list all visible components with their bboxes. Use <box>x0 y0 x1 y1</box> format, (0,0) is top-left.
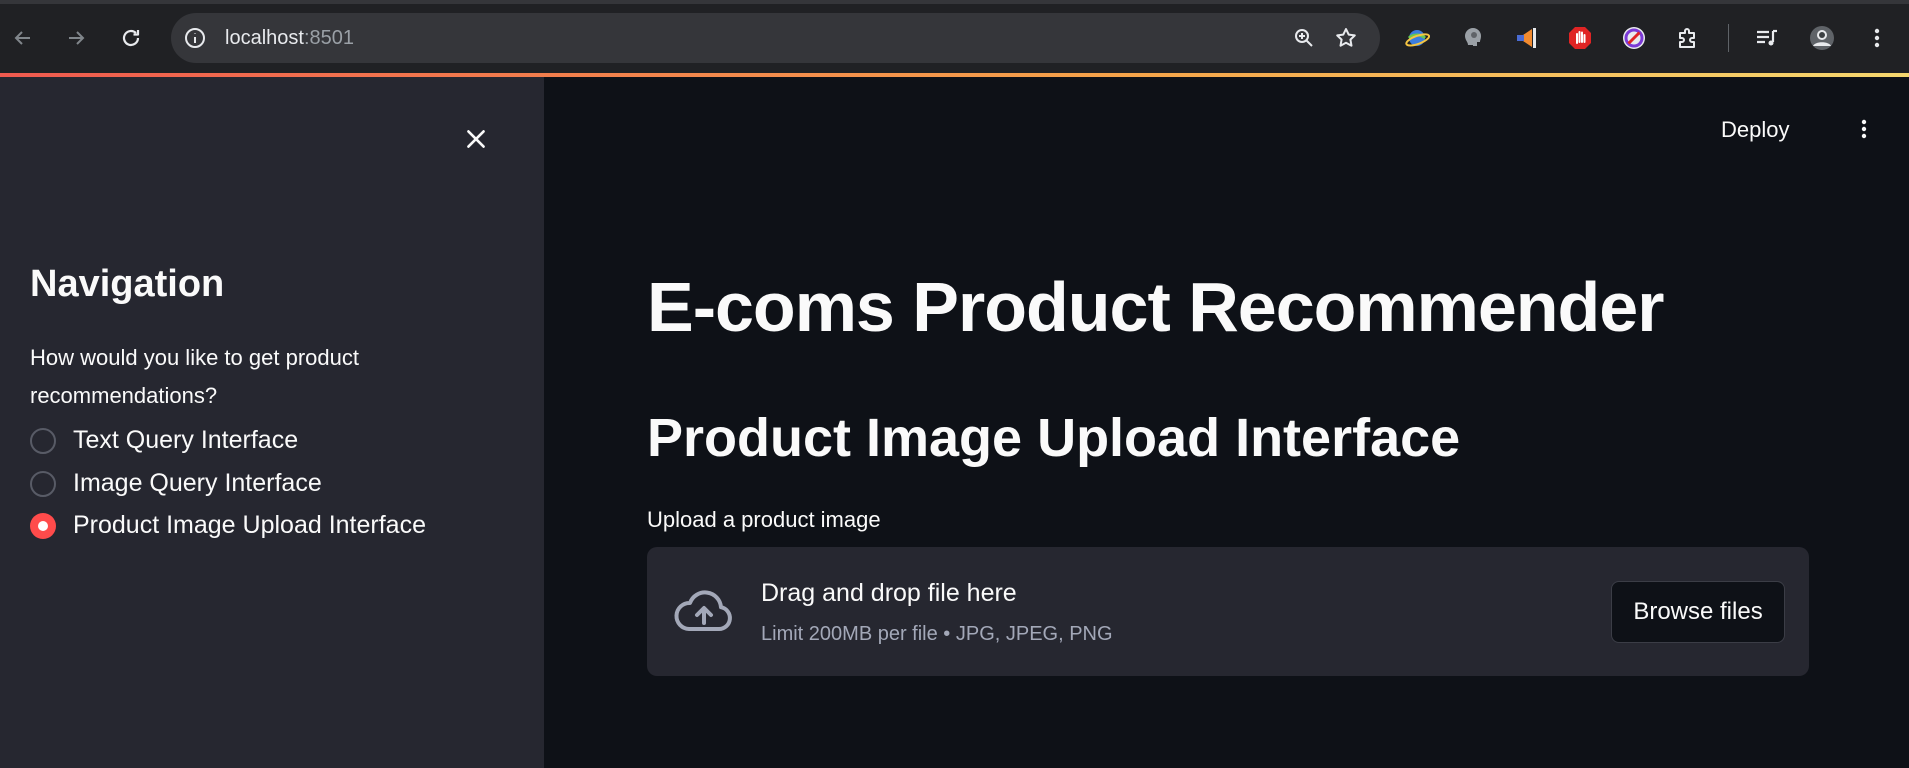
radio-option-label: Image Query Interface <box>73 469 322 497</box>
back-icon[interactable] <box>5 20 41 56</box>
stop-hand-extension-icon[interactable] <box>1567 25 1593 51</box>
radio-option-image-upload[interactable]: Product Image Upload Interface <box>30 511 426 540</box>
megaphone-extension-icon[interactable] <box>1514 25 1540 51</box>
radio-unchecked-icon[interactable] <box>30 427 56 454</box>
address-bar[interactable]: localhost:8501 <box>171 13 1380 63</box>
profile-avatar-icon[interactable] <box>1809 25 1835 51</box>
forward-icon[interactable] <box>58 20 94 56</box>
media-queue-icon[interactable] <box>1754 25 1780 51</box>
puzzle-extensions-icon[interactable] <box>1675 25 1701 51</box>
browser-menu-icon[interactable] <box>1864 25 1890 51</box>
close-icon[interactable] <box>458 121 494 157</box>
radio-option-label: Text Query Interface <box>73 426 299 454</box>
bookmark-star-icon[interactable] <box>1334 26 1358 50</box>
url-text[interactable]: localhost:8501 <box>225 27 354 50</box>
radio-checked-icon[interactable] <box>30 512 56 539</box>
radio-option-text-query[interactable]: Text Query Interface <box>30 426 298 455</box>
reload-icon[interactable] <box>113 20 149 56</box>
tab-strip-edge <box>0 0 1909 4</box>
dropzone-title: Drag and drop file here <box>761 579 1017 607</box>
globe-extension-icon[interactable] <box>1404 25 1430 51</box>
radio-unchecked-icon[interactable] <box>30 470 56 497</box>
app-menu-icon[interactable] <box>1846 111 1882 147</box>
page-title: E-coms Product Recommender <box>647 268 1664 346</box>
url-port: :8501 <box>303 27 354 49</box>
file-dropzone[interactable]: Drag and drop file here Limit 200MB per … <box>647 547 1809 676</box>
blocked-circle-extension-icon[interactable] <box>1621 25 1647 51</box>
url-host: localhost <box>225 27 304 49</box>
sidebar: Navigation How would you like to get pro… <box>0 77 544 768</box>
upload-label: Upload a product image <box>647 507 881 532</box>
main-content: Deploy E-coms Product Recommender Produc… <box>544 77 1909 768</box>
deploy-button[interactable]: Deploy <box>1721 117 1789 143</box>
radio-group-label: How would you like to get product recomm… <box>30 345 359 408</box>
sidebar-title: Navigation <box>30 263 225 305</box>
head-extension-icon[interactable] <box>1460 25 1486 51</box>
site-info-icon[interactable] <box>183 26 207 50</box>
cloud-upload-icon <box>673 587 735 637</box>
page-subtitle: Product Image Upload Interface <box>647 408 1461 468</box>
radio-option-label: Product Image Upload Interface <box>73 511 426 539</box>
dropzone-limit-text: Limit 200MB per file • JPG, JPEG, PNG <box>761 623 1113 645</box>
zoom-icon[interactable] <box>1292 26 1316 50</box>
radio-option-image-query[interactable]: Image Query Interface <box>30 469 322 498</box>
browse-files-button[interactable]: Browse files <box>1611 581 1785 643</box>
browser-toolbar: localhost:8501 <box>0 0 1909 73</box>
toolbar-separator <box>1728 24 1729 52</box>
